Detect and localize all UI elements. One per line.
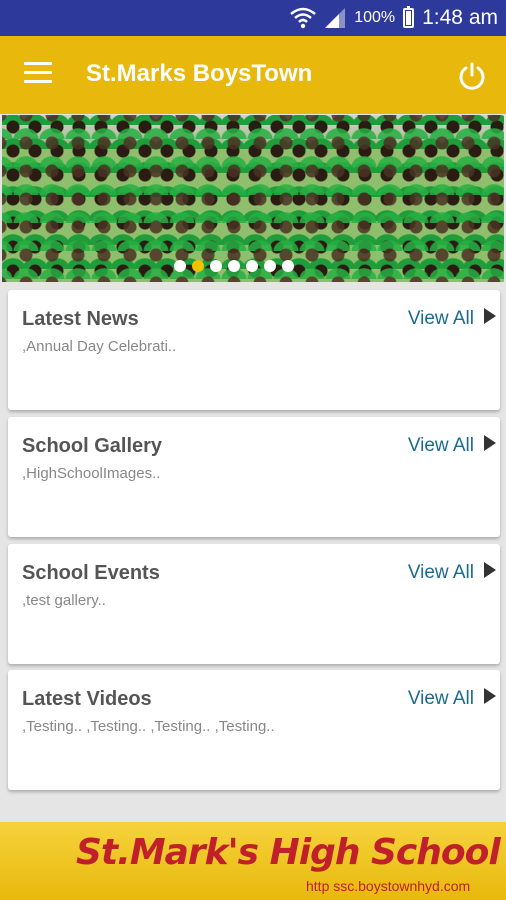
signal-icon bbox=[325, 8, 346, 28]
play-arrow-icon[interactable] bbox=[484, 308, 496, 324]
school-banner-ad[interactable]: St.Mark's High School http ssc.boystownh… bbox=[0, 822, 506, 900]
carousel-dot[interactable] bbox=[210, 260, 222, 272]
battery-percent: 100% bbox=[354, 9, 396, 26]
banner-carousel-image[interactable] bbox=[2, 115, 504, 282]
carousel-dot-active[interactable] bbox=[192, 260, 204, 272]
play-arrow-icon[interactable] bbox=[484, 688, 496, 704]
view-all-link[interactable]: View All bbox=[408, 435, 474, 457]
card-title: Latest Videos bbox=[22, 688, 152, 710]
carousel-indicator bbox=[174, 260, 294, 272]
power-icon[interactable] bbox=[456, 60, 488, 92]
students-group-photo-row bbox=[2, 115, 504, 282]
view-all-link[interactable]: View All bbox=[408, 562, 474, 584]
carousel-dot[interactable] bbox=[264, 260, 276, 272]
carousel-dot[interactable] bbox=[282, 260, 294, 272]
status-bar: 100% 1:48 am bbox=[0, 0, 506, 36]
card-title: Latest News bbox=[22, 308, 139, 330]
card-subtitle: ,Annual Day Celebrati.. bbox=[22, 338, 177, 355]
hamburger-menu-icon[interactable] bbox=[24, 62, 54, 86]
clock: 1:48 am bbox=[422, 6, 498, 29]
carousel-dot[interactable] bbox=[228, 260, 240, 272]
play-arrow-icon[interactable] bbox=[484, 562, 496, 578]
view-all-link[interactable]: View All bbox=[408, 308, 474, 330]
carousel-dot[interactable] bbox=[246, 260, 258, 272]
card-subtitle: ,test gallery.. bbox=[22, 592, 106, 609]
latest-news-card[interactable]: Latest News ,Annual Day Celebrati.. View… bbox=[8, 290, 500, 410]
school-website-url: http ssc.boystownhyd.com bbox=[306, 878, 471, 894]
school-gallery-card[interactable]: School Gallery ,HighSchoolImages.. View … bbox=[8, 417, 500, 537]
latest-videos-card[interactable]: Latest Videos ,Testing.. ,Testing.. ,Tes… bbox=[8, 670, 500, 790]
status-icons: 100% 1:48 am bbox=[290, 0, 498, 36]
card-subtitle: ,HighSchoolImages.. bbox=[22, 465, 161, 482]
play-arrow-icon[interactable] bbox=[484, 435, 496, 451]
view-all-link[interactable]: View All bbox=[408, 688, 474, 710]
carousel-dot[interactable] bbox=[174, 260, 186, 272]
school-name-logo: St.Mark's High School bbox=[76, 832, 501, 873]
card-title: School Events bbox=[22, 562, 160, 584]
app-bar: St.Marks BoysTown bbox=[0, 36, 506, 114]
school-events-card[interactable]: School Events ,test gallery.. View All bbox=[8, 544, 500, 664]
card-title: School Gallery bbox=[22, 435, 163, 457]
card-subtitle: ,Testing.. ,Testing.. ,Testing.. ,Testin… bbox=[22, 718, 275, 735]
wifi-icon bbox=[290, 7, 316, 29]
battery-icon bbox=[403, 6, 415, 28]
app-title: St.Marks BoysTown bbox=[86, 60, 313, 87]
